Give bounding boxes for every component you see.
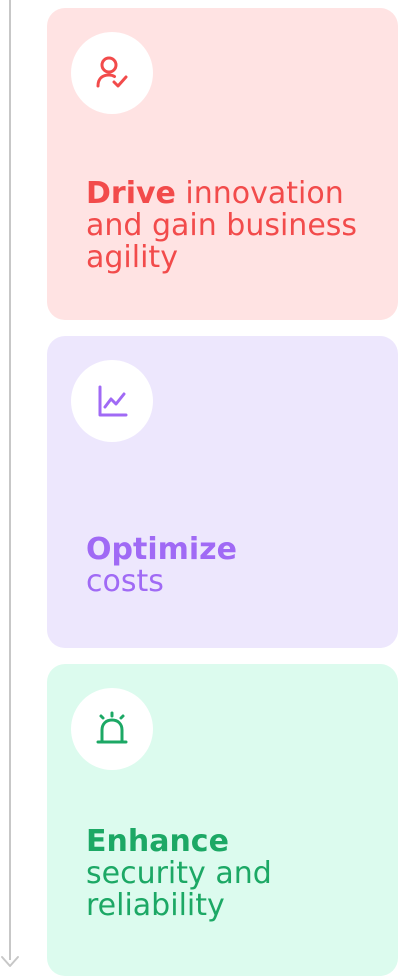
page: Drive innovation and gain business agili…	[0, 0, 398, 977]
user-check-icon	[96, 56, 128, 88]
card-enhance-security: Enhance security and reliability	[47, 664, 398, 976]
icon-circle	[71, 32, 153, 114]
icon-circle	[71, 360, 153, 442]
card-title: Enhance security and reliability	[86, 826, 398, 922]
card-drive-innovation: Drive innovation and gain business agili…	[47, 8, 398, 320]
card-title: Drive innovation and gain business agili…	[86, 178, 398, 274]
icon-circle	[71, 688, 153, 770]
card-title-rest: security and reliability	[86, 856, 272, 923]
card-title: Optimize costs	[86, 534, 237, 598]
alarm-siren-icon	[96, 711, 128, 744]
timeline-arrow-icon	[1, 956, 19, 967]
card-optimize-costs: Optimize costs	[47, 336, 398, 648]
card-title-bold: Drive	[86, 176, 176, 211]
card-title-rest: costs	[86, 564, 164, 599]
card-title-bold: Optimize	[86, 532, 237, 567]
timeline-line	[9, 0, 11, 960]
trend-chart-icon	[98, 385, 128, 417]
card-title-bold: Enhance	[86, 824, 229, 859]
